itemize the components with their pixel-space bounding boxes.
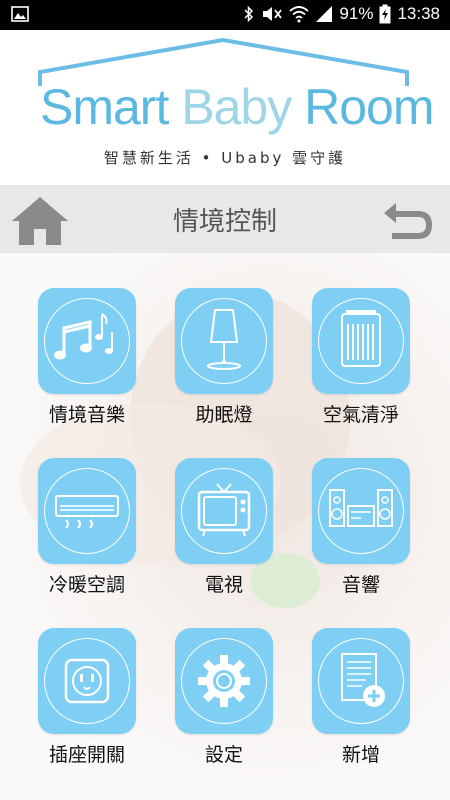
lamp-tile[interactable] [175,288,273,394]
air-purifier-tile[interactable] [312,288,410,394]
scene-item-settings[interactable]: 設定 [174,628,274,767]
add-document-icon [341,653,385,707]
bluetooth-icon [244,5,254,23]
tv-icon [197,483,251,537]
return-arrow-icon [384,203,432,239]
lamp-icon [207,309,241,370]
app-logo: Smart Baby Room [40,78,434,148]
signal-icon [316,6,333,22]
scene-item-label: 設定 [204,744,243,766]
status-bar: 91% 13:38 [0,0,450,30]
socket-tile[interactable] [38,628,136,734]
clock: 13:38 [397,4,440,23]
logo-room: Room [291,79,434,135]
header: Smart Baby Room 智慧新生活 • Ubaby 雲守護 [0,30,450,185]
wifi-icon [289,6,310,23]
scene-item-label: 助眠燈 [195,404,253,426]
scene-item-lamp[interactable]: 助眠燈 [174,288,274,427]
gallery-icon [11,6,29,22]
mute-icon [263,7,283,21]
music-notes-icon [54,313,113,360]
scene-item-label: 情境音樂 [48,404,125,426]
status-right: 91% 13:38 [243,4,440,24]
logo-baby: Baby [181,79,292,135]
air-conditioner-icon [55,495,119,529]
scene-item-label: 空氣清淨 [322,404,399,426]
settings-tile[interactable] [175,628,273,734]
scene-item-tv[interactable]: 電視 [174,458,274,597]
air-conditioner-tile[interactable] [38,458,136,564]
power-socket-icon [64,658,110,704]
air-purifier-icon [341,310,381,367]
gear-icon [198,655,250,707]
scene-item-label: 音響 [341,574,380,596]
stereo-tile[interactable] [312,458,410,564]
scene-item-socket[interactable]: 插座開關 [37,628,137,767]
scene-grid-area: 情境音樂 助眠燈 空氣清淨 冷暖空調 電視 音響 插座開關 設定 新增 [0,253,450,800]
scene-item-label: 新增 [341,744,380,766]
scene-item-stereo[interactable]: 音響 [311,458,411,597]
status-left [10,4,30,29]
scene-item-label: 插座開關 [48,744,125,766]
battery-charging-icon [379,4,391,24]
scene-item-air-conditioner[interactable]: 冷暖空調 [37,458,137,597]
music-tile[interactable] [38,288,136,394]
add-tile[interactable] [312,628,410,734]
scene-item-air-purifier[interactable]: 空氣清淨 [311,288,411,427]
scene-item-music[interactable]: 情境音樂 [37,288,137,427]
back-button[interactable] [382,197,436,243]
scene-item-label: 電視 [204,574,243,596]
tv-tile[interactable] [175,458,273,564]
scene-item-label: 冷暖空調 [48,574,125,596]
logo-subtitle: 智慧新生活 • Ubaby 雲守護 [103,149,347,167]
title-bar: 情境控制 [0,185,450,253]
logo-smart: Smart [40,79,182,135]
stereo-icon [329,489,393,527]
battery-percent: 91% [339,4,374,23]
scene-item-add[interactable]: 新增 [311,628,411,767]
